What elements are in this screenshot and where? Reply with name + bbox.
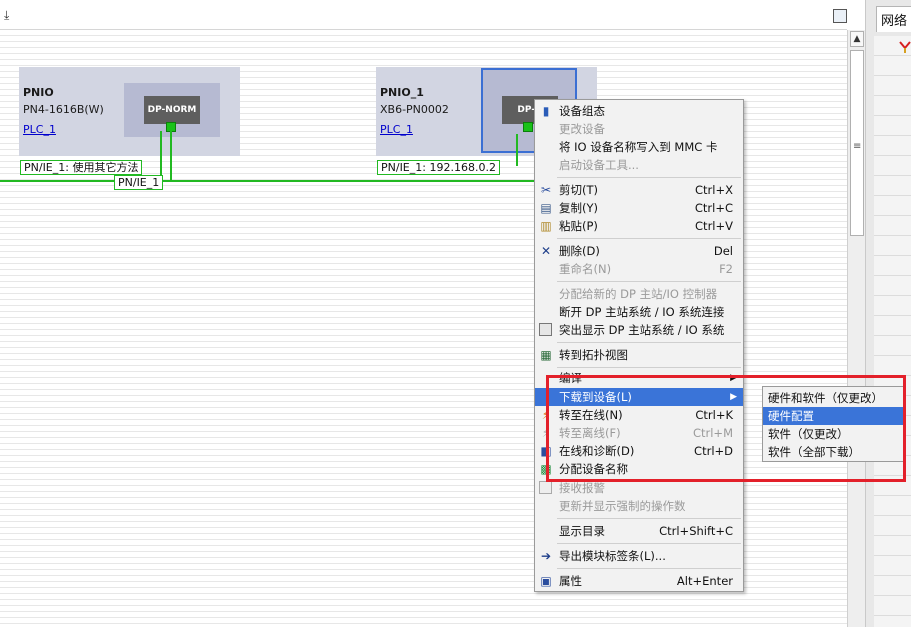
device-model: XB6-PN0002 [380, 103, 449, 116]
editor-toolbar: ⤓ [0, 0, 847, 30]
device-name: PNIO_1 [380, 86, 424, 99]
menu-item-copy[interactable]: ▤ 复制(Y) Ctrl+C [535, 199, 743, 217]
menu-item-delete[interactable]: ✕ 删除(D) Del [535, 242, 743, 260]
tab-network[interactable]: 网络 [876, 6, 911, 32]
menu-label: 显示目录 [559, 524, 605, 538]
menu-separator [557, 238, 741, 239]
properties-icon: ▣ [540, 574, 552, 588]
menu-item-update-forced-operands[interactable]: 更新并显示强制的操作数 [535, 497, 743, 515]
pnie-network-line[interactable] [0, 180, 545, 182]
menu-label: 复制(Y) [559, 201, 598, 215]
menu-shortcut: Ctrl+Shift+C [659, 524, 733, 538]
scissors-icon: ✂ [540, 183, 552, 197]
menu-shortcut: Ctrl+C [694, 201, 733, 215]
menu-item-show-catalog[interactable]: 显示目录 Ctrl+Shift+C [535, 522, 743, 540]
delete-x-icon: ✕ [540, 244, 552, 258]
vertical-scrollbar[interactable]: ▲ ≡ [847, 30, 865, 627]
device-network-label[interactable]: PN/IE_1: 192.168.0.2 [377, 160, 500, 175]
menu-item-topology-view[interactable]: ▦ 转到拓扑视图 [535, 346, 743, 364]
tia-portal-network-view: ⤓ PNIO PN4-1616B(W) PLC_1 DP-NORM PN/IE_… [0, 0, 911, 627]
checkbox-icon [539, 481, 552, 494]
menu-item-paste[interactable]: ▥ 粘贴(P) Ctrl+V [535, 217, 743, 235]
port-connector [160, 131, 162, 181]
menu-item-export-labels[interactable]: ➔ 导出模块标签条(L)... [535, 547, 743, 565]
export-icon: ➔ [540, 549, 552, 563]
copy-icon: ▤ [540, 201, 552, 215]
menu-label: 剪切(T) [559, 183, 598, 197]
network-name-label[interactable]: PN/IE_1 [114, 175, 164, 190]
device-network-label[interactable]: PN/IE_1: 使用其它方法 [20, 160, 143, 175]
menu-label: 重命名(N) [559, 262, 612, 276]
menu-separator [557, 281, 741, 282]
menu-separator [557, 518, 741, 519]
topology-icon: ▦ [540, 348, 552, 362]
menu-separator [557, 367, 741, 368]
scroll-thumb[interactable]: ≡ [850, 50, 864, 236]
right-panel: 网络 [865, 0, 911, 627]
plc-link[interactable]: PLC_1 [23, 123, 56, 136]
menu-separator [557, 177, 741, 178]
menu-item-rename[interactable]: 重命名(N) F2 [535, 260, 743, 278]
network-filter-icon[interactable] [898, 40, 911, 54]
paste-icon: ▥ [540, 219, 552, 233]
menu-item-assign-master[interactable]: 分配给新的 DP 主站/IO 控制器 [535, 285, 743, 303]
annotation-highlight-box [546, 375, 906, 482]
grip-icon: ≡ [853, 141, 862, 152]
menu-label: 断开 DP 主站系统 / IO 系统连接 [559, 305, 725, 319]
device-name: PNIO [23, 86, 54, 99]
panel-toggle-icon[interactable] [833, 9, 847, 23]
menu-label: 粘贴(P) [559, 219, 598, 233]
menu-item-properties[interactable]: ▣ 属性 Alt+Enter [535, 572, 743, 590]
menu-label: 启动设备工具... [559, 158, 639, 172]
menu-item-disconnect-master[interactable]: 断开 DP 主站系统 / IO 系统连接 [535, 303, 743, 321]
scroll-up-icon[interactable]: ▲ [850, 31, 864, 47]
device-module-area: DP-NORM [124, 83, 220, 137]
plc-link[interactable]: PLC_1 [380, 123, 413, 136]
device-model: PN4-1616B(W) [23, 103, 104, 116]
menu-label: 将 IO 设备名称写入到 MMC 卡 [559, 140, 718, 154]
menu-shortcut: Ctrl+X [695, 183, 733, 197]
download-icon[interactable]: ⤓ [4, 8, 9, 23]
menu-item-highlight-master[interactable]: 突出显示 DP 主站系统 / IO 系统 [535, 321, 743, 339]
menu-label: 删除(D) [559, 244, 600, 258]
menu-separator [557, 568, 741, 569]
menu-item-write-mmc[interactable]: 将 IO 设备名称写入到 MMC 卡 [535, 138, 743, 156]
menu-label: 属性 [559, 574, 582, 588]
menu-item-start-device-tool[interactable]: 启动设备工具... [535, 156, 743, 174]
menu-shortcut: Alt+Enter [676, 574, 733, 588]
menu-label: 设备组态 [559, 104, 605, 118]
menu-item-cut[interactable]: ✂ 剪切(T) Ctrl+X [535, 181, 743, 199]
menu-separator [557, 342, 741, 343]
highlight-icon [539, 323, 552, 336]
device-config-icon: ▮ [542, 104, 550, 118]
menu-shortcut: F2 [719, 262, 733, 276]
menu-label: 转到拓扑视图 [559, 348, 628, 362]
module-chip[interactable]: DP-NORM [144, 96, 200, 124]
menu-label: 分配给新的 DP 主站/IO 控制器 [559, 287, 718, 301]
port-connector [170, 131, 172, 181]
menu-label: 更改设备 [559, 122, 605, 136]
menu-item-change-device[interactable]: 更改设备 [535, 120, 743, 138]
menu-shortcut: Del [713, 244, 733, 258]
menu-item-device-config[interactable]: ▮ 设备组态 [535, 102, 743, 120]
port-connector [516, 134, 518, 166]
device-pnio[interactable]: PNIO PN4-1616B(W) PLC_1 DP-NORM [19, 67, 240, 156]
menu-shortcut: Ctrl+V [695, 219, 733, 233]
menu-label: 更新并显示强制的操作数 [559, 499, 686, 513]
panel-rows [874, 36, 911, 627]
menu-label: 突出显示 DP 主站系统 / IO 系统 [559, 323, 725, 337]
menu-label: 导出模块标签条(L)... [559, 549, 666, 563]
context-menu: ▮ 设备组态 更改设备 将 IO 设备名称写入到 MMC 卡 启动设备工具...… [534, 99, 744, 592]
menu-separator [557, 543, 741, 544]
